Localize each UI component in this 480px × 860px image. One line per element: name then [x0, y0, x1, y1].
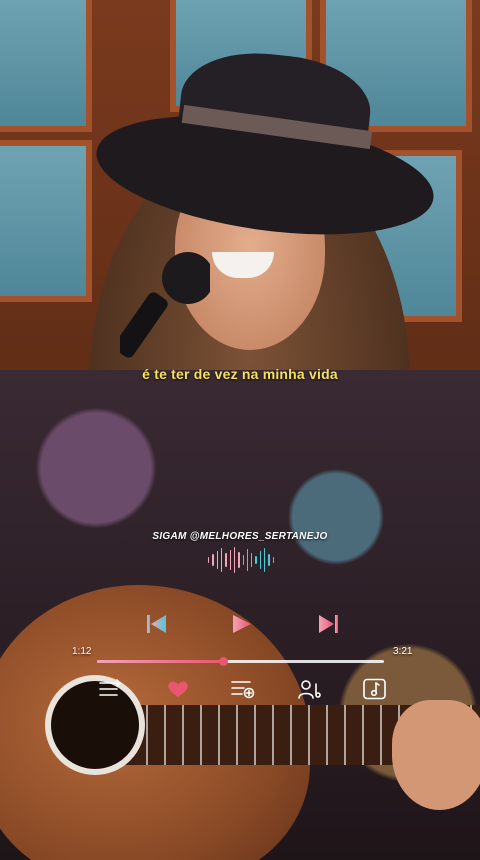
queue-list-icon	[99, 679, 122, 696]
skip-next-icon	[319, 615, 338, 633]
playlist-add-icon	[231, 681, 255, 699]
skip-previous-icon	[147, 615, 166, 633]
next-button[interactable]	[315, 612, 341, 636]
like-button[interactable]	[165, 678, 191, 700]
equalizer-bar	[264, 548, 266, 572]
equalizer-bar	[259, 551, 262, 569]
heart-icon	[168, 681, 188, 697]
equalizer-bar	[233, 547, 236, 573]
equalizer-bar	[242, 555, 244, 565]
equalizer-bar	[212, 554, 214, 566]
artist-button[interactable]	[297, 678, 323, 700]
add-to-playlist-button[interactable]	[230, 678, 256, 700]
play-button[interactable]	[229, 612, 255, 636]
progress-bar[interactable]	[97, 657, 384, 666]
play-icon	[233, 615, 251, 633]
equalizer-visual	[208, 546, 274, 574]
equalizer-bar	[246, 549, 249, 571]
equalizer-bar	[208, 557, 210, 563]
equalizer-bar	[216, 551, 218, 569]
progress-handle[interactable]	[219, 657, 229, 666]
lyric-caption: é te ter de vez na minha vida	[142, 366, 338, 382]
equalizer-bar	[272, 557, 274, 563]
artist-icon	[298, 680, 321, 699]
elapsed-time: 1:12	[72, 646, 92, 657]
equalizer-bar	[268, 554, 270, 566]
equalizer-bar	[220, 548, 223, 572]
equalizer-bar	[251, 553, 253, 567]
music-note-icon	[363, 678, 386, 700]
previous-button[interactable]	[145, 612, 171, 636]
equalizer-bar	[238, 552, 240, 568]
queue-button[interactable]	[97, 678, 123, 700]
total-duration: 3:21	[393, 646, 413, 657]
progress-fill	[97, 660, 224, 663]
player-overlay: é te ter de vez na minha vida SIGAM @MEL…	[0, 0, 480, 860]
lyrics-button[interactable]	[362, 678, 388, 700]
equalizer-bar	[229, 550, 231, 570]
equalizer-bar	[255, 556, 257, 564]
channel-handle: SIGAM @MELHORES_SERTANEJO	[152, 531, 328, 542]
equalizer-bar	[225, 553, 227, 567]
